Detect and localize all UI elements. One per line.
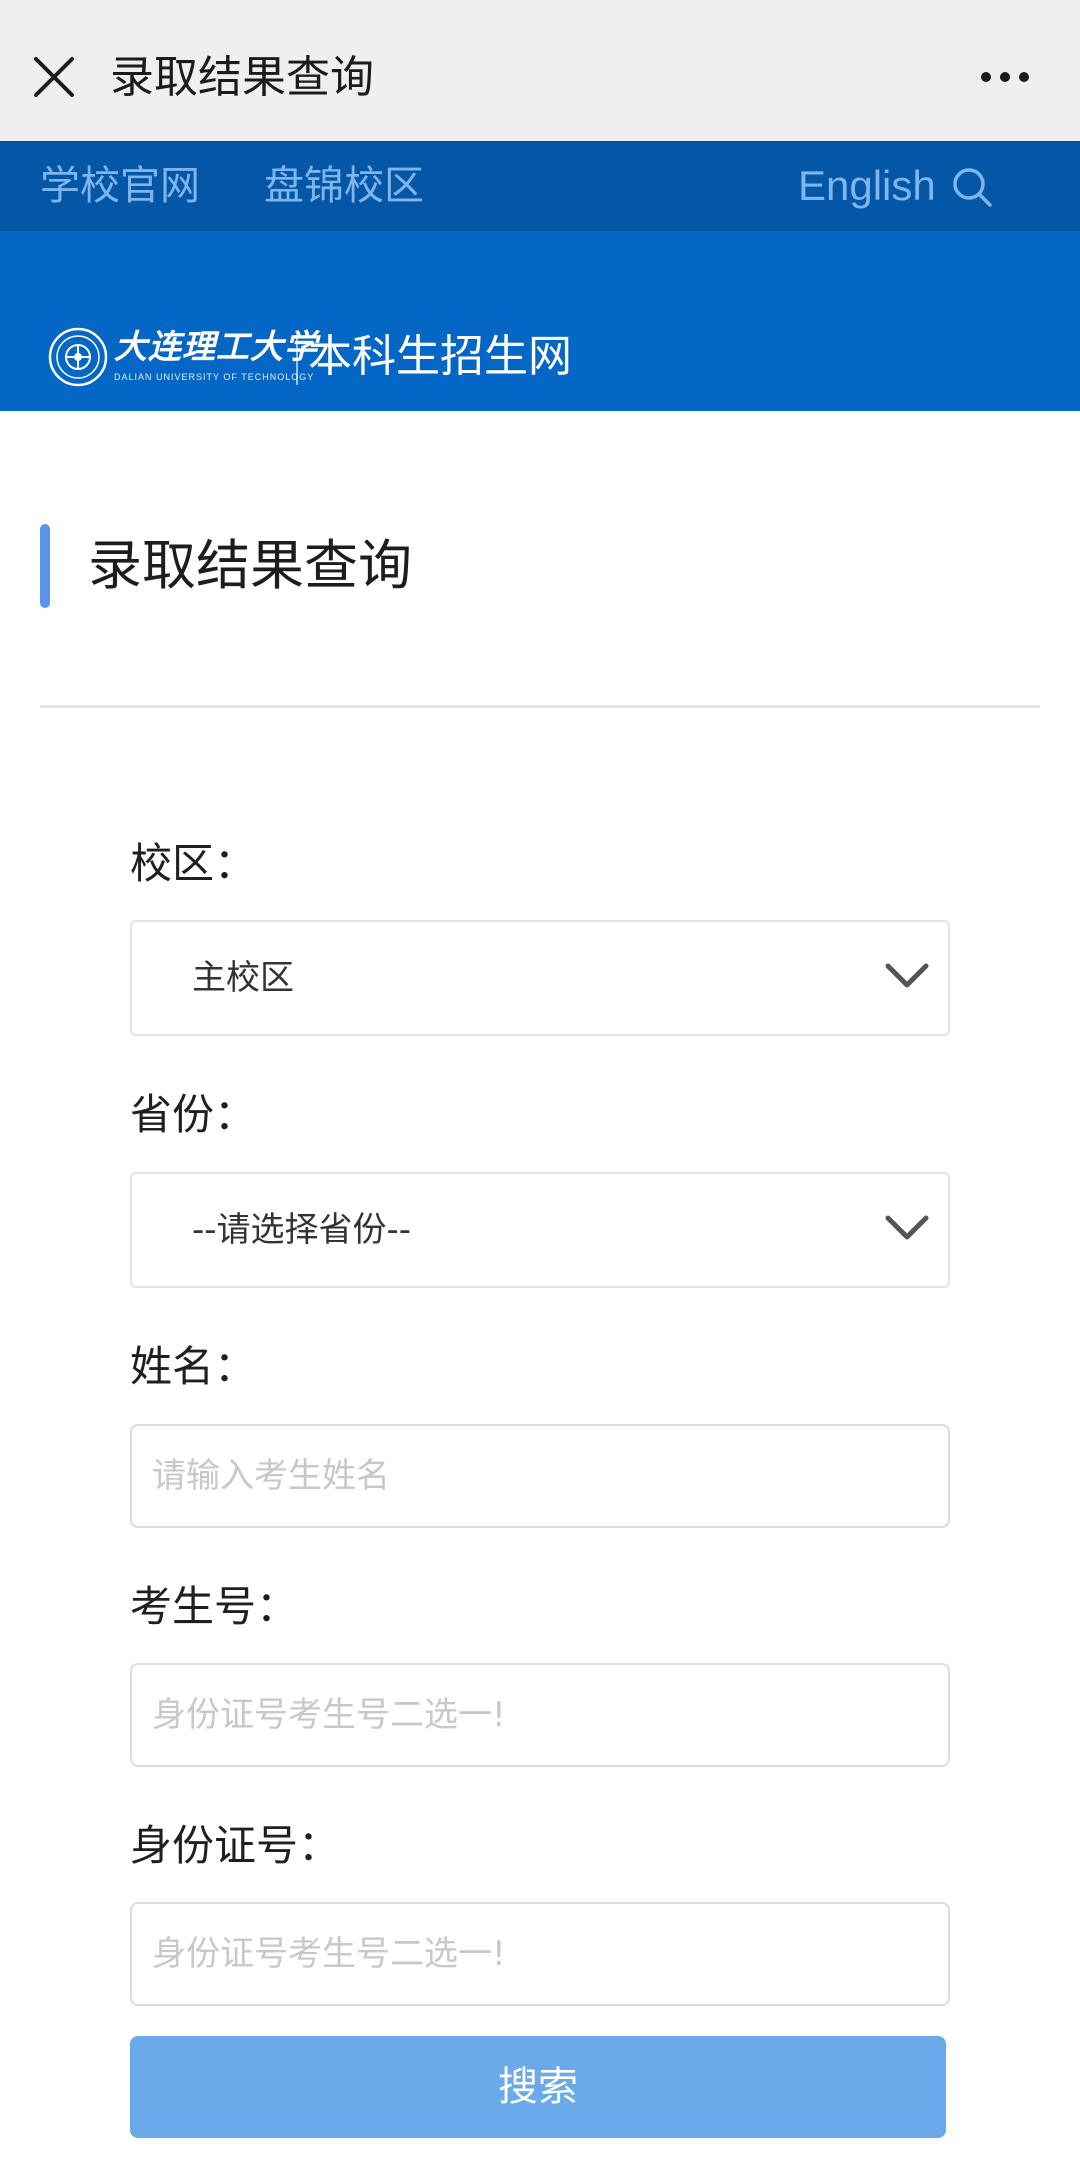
site-banner: 大连理工大学 DALIAN UNIVERSITY OF TECHNOLOGY 本… [0,231,1080,411]
close-icon[interactable] [32,55,76,99]
name-label: 姓名： [130,1342,257,1391]
section-heading-text: 录取结果查询 [88,534,412,597]
nav-link-official-site[interactable]: 学校官网 [40,159,200,213]
site-name: 本科生招生网 [308,331,572,382]
section-divider [40,705,1040,708]
chevron-down-icon [885,1215,929,1240]
search-icon[interactable] [950,165,994,209]
app-top-bar: 录取结果查询 [0,0,1080,141]
campus-select-value: 主校区 [192,958,294,998]
chevron-down-icon [885,963,929,988]
university-logo-text: 大连理工大学 [114,327,318,366]
nav-link-panjin-campus[interactable]: 盘锦校区 [264,159,424,213]
university-emblem-icon [48,327,108,387]
campus-select[interactable]: 主校区 [130,920,950,1036]
province-select[interactable]: --请选择省份-- [130,1172,950,1288]
university-logo-english: DALIAN UNIVERSITY OF TECHNOLOGY [114,372,315,382]
site-nav-bar: 学校官网 盘锦校区 English [0,141,1080,231]
id-number-input-placeholder: 身份证号考生号二选一! [152,1934,506,1974]
name-input[interactable]: 请输入考生姓名 [130,1424,950,1528]
more-icon[interactable] [980,70,1030,84]
exam-number-input[interactable]: 身份证号考生号二选一! [130,1663,950,1767]
exam-number-label: 考生号： [130,1582,299,1631]
search-button[interactable]: 搜索 [130,2036,946,2138]
province-select-value: --请选择省份-- [192,1210,412,1250]
nav-link-english[interactable]: English [798,159,936,213]
logo-divider [296,335,298,385]
id-number-label: 身份证号： [130,1821,341,1870]
province-label: 省份： [130,1090,257,1139]
heading-accent-bar [40,524,50,608]
id-number-input[interactable]: 身份证号考生号二选一! [130,1902,950,2006]
name-input-placeholder: 请输入考生姓名 [152,1456,390,1496]
exam-number-input-placeholder: 身份证号考生号二选一! [152,1695,506,1735]
campus-label: 校区： [130,839,257,888]
page-title: 录取结果查询 [110,52,374,103]
